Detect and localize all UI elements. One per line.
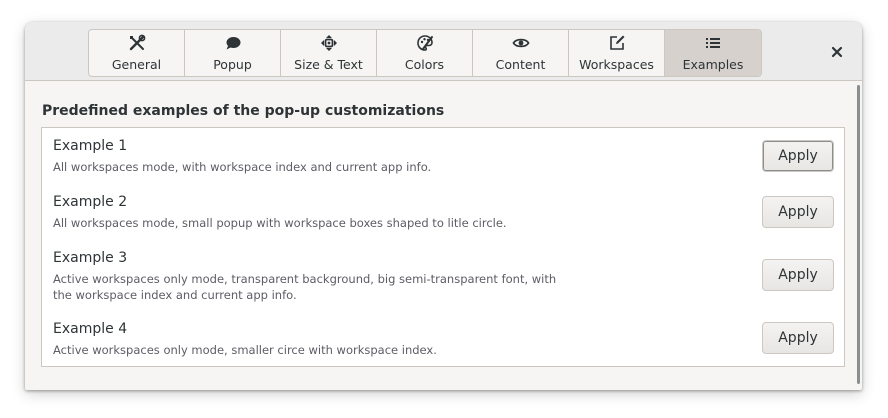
move-icon <box>320 34 338 52</box>
example-title: Example 2 <box>53 194 128 210</box>
apply-example-2-button[interactable]: Apply <box>762 196 834 228</box>
edit-icon <box>608 34 626 52</box>
tab-colors[interactable]: Colors <box>377 30 473 76</box>
list-icon <box>704 34 722 52</box>
example-description: Active workspaces only mode, transparent… <box>53 272 557 302</box>
preferences-window: General Popup Size & Text Colors Content… <box>25 22 862 390</box>
examples-list: Example 1 All workspaces mode, with work… <box>41 127 845 367</box>
tab-size-text[interactable]: Size & Text <box>281 30 377 76</box>
apply-example-4-button[interactable]: Apply <box>762 322 834 354</box>
tab-content[interactable]: Content <box>473 30 569 76</box>
header-bar: General Popup Size & Text Colors Content… <box>25 22 862 81</box>
apply-example-3-button[interactable]: Apply <box>762 259 834 291</box>
tab-examples[interactable]: Examples <box>665 30 761 76</box>
example-title: Example 4 <box>53 321 128 337</box>
tab-label: General <box>111 57 162 72</box>
example-description: All workspaces mode, small popup with wo… <box>53 216 507 230</box>
tab-workspaces[interactable]: Workspaces <box>569 30 665 76</box>
scrollbar[interactable] <box>857 85 860 384</box>
example-description: Active workspaces only mode, smaller cir… <box>53 343 437 357</box>
example-description: All workspaces mode, with workspace inde… <box>53 160 432 174</box>
tab-label: Content <box>495 57 546 72</box>
examples-page: Predefined examples of the pop-up custom… <box>25 81 862 390</box>
close-button[interactable] <box>825 40 849 64</box>
tab-label: Popup <box>213 57 252 72</box>
palette-icon <box>416 34 434 52</box>
tab-label: Colors <box>404 57 445 72</box>
eye-icon <box>511 34 530 52</box>
section-title: Predefined examples of the pop-up custom… <box>42 103 445 119</box>
tab-general[interactable]: General <box>89 30 185 76</box>
tab-label: Size & Text <box>294 57 363 72</box>
tab-popup[interactable]: Popup <box>185 30 281 76</box>
tab-switcher: General Popup Size & Text Colors Content… <box>88 29 762 77</box>
close-icon <box>831 43 843 62</box>
tab-label: Examples <box>682 57 744 72</box>
tab-label: Workspaces <box>579 57 654 72</box>
apply-example-1-button[interactable]: Apply <box>762 140 834 172</box>
example-title: Example 3 <box>53 250 128 266</box>
speech-bubble-icon <box>224 34 242 52</box>
example-title: Example 1 <box>53 138 128 154</box>
tools-icon <box>128 34 146 52</box>
